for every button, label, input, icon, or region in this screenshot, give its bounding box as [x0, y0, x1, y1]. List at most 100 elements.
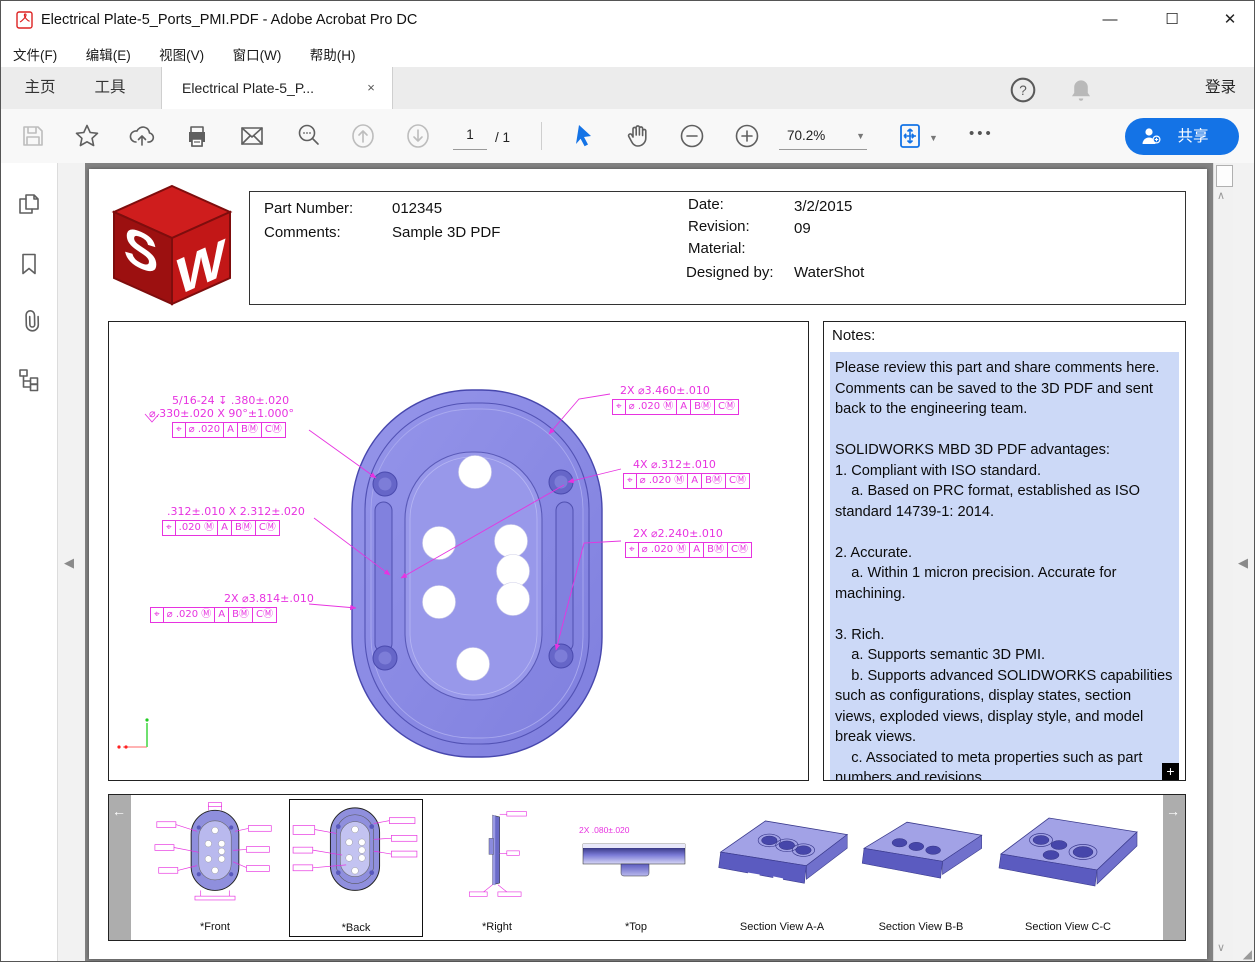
search-icon[interactable] — [295, 122, 323, 150]
vertical-scrollbar[interactable]: ∧ ∨ — [1213, 163, 1234, 962]
print-icon[interactable] — [183, 122, 211, 150]
pdf-page: S W Part Number: 012345 Comments: Sample… — [89, 169, 1207, 959]
view-thumb-right[interactable]: *Right — [439, 799, 555, 935]
scroll-left-icon[interactable]: ← — [112, 803, 126, 819]
menu-view[interactable]: 视图(V) — [147, 39, 216, 69]
fit-page-caret-icon[interactable]: ▼ — [929, 133, 938, 143]
view-thumb-section-cc[interactable]: Section View C-C — [993, 799, 1143, 935]
svg-text:?: ? — [1019, 83, 1027, 98]
menu-file[interactable]: 文件(F) — [1, 39, 69, 69]
bookmarks-icon[interactable] — [16, 251, 42, 277]
pmi-callout-slot: .312±.010 X 2.312±.020 ⌖.020 ⓂABⓂCⓂ — [162, 505, 305, 536]
view-carousel: ← → — [108, 794, 1186, 941]
view-thumb-section-aa[interactable]: Section View A-A — [709, 799, 855, 935]
menu-bar: 文件(F) 编辑(E) 视图(V) 窗口(W) 帮助(H) — [1, 39, 1254, 68]
resize-grip-icon[interactable]: ◢ — [1243, 947, 1252, 961]
person-add-icon — [1141, 127, 1161, 146]
email-icon[interactable] — [238, 122, 266, 150]
window-title: Electrical Plate-5_Ports_PMI.PDF - Adobe… — [41, 12, 417, 28]
section-cc-image — [993, 799, 1143, 911]
collapse-right-pane-icon[interactable]: ◀ — [1238, 555, 1248, 571]
revision-label: Revision: — [688, 218, 750, 235]
tab-document[interactable]: Electrical Plate-5_P... × — [161, 67, 393, 109]
title-block: Part Number: 012345 Comments: Sample 3D … — [249, 191, 1186, 305]
zoom-level-dropdown[interactable]: 70.2% ▼ — [779, 125, 867, 150]
menu-window[interactable]: 窗口(W) — [221, 39, 294, 69]
scrollbar-thumb[interactable] — [1216, 165, 1233, 187]
coordinate-triad — [117, 718, 148, 748]
maximize-button[interactable]: ☐ — [1158, 7, 1186, 33]
model-3d-view[interactable]: 5/16-24 ↧ .380±.020 ⌀.330±.020 X 90°±1.0… — [108, 321, 809, 781]
collapse-left-pane-icon[interactable]: ◀ — [64, 555, 74, 571]
view-thumb-label: *Back — [290, 922, 422, 934]
tab-home[interactable]: 主页 — [9, 67, 71, 109]
page-thumbnails-icon[interactable] — [16, 191, 42, 217]
model-tree-icon[interactable] — [16, 366, 42, 392]
carousel-right-rail: → — [1163, 795, 1185, 940]
back-view-image — [290, 800, 420, 914]
pdf-file-icon — [16, 11, 33, 29]
previous-page-icon[interactable] — [349, 122, 377, 150]
tab-close-icon[interactable]: × — [362, 79, 380, 97]
help-icon[interactable]: ? — [1010, 77, 1036, 103]
minimize-button[interactable]: — — [1096, 7, 1124, 33]
scroll-down-icon[interactable]: ∨ — [1217, 941, 1225, 954]
tab-document-label: Electrical Plate-5_P... — [182, 67, 314, 109]
fit-page-icon[interactable] — [896, 122, 924, 150]
view-thumb-label: Section View B-B — [851, 921, 991, 933]
save-icon[interactable] — [19, 122, 47, 150]
menu-help[interactable]: 帮助(H) — [298, 39, 368, 69]
revision-value: 09 — [794, 220, 811, 237]
notes-panel: Notes: Please review this part and share… — [823, 321, 1186, 781]
tab-tools[interactable]: 工具 — [79, 67, 141, 109]
toolbar-separator — [541, 122, 542, 150]
close-button[interactable]: ✕ — [1216, 7, 1244, 33]
date-value: 3/2/2015 — [794, 198, 852, 215]
menu-edit[interactable]: 编辑(E) — [74, 39, 143, 69]
view-thumb-top[interactable]: 2X .080±.020 *Top — [571, 799, 701, 935]
view-thumb-label: *Right — [439, 921, 555, 933]
view-thumb-front[interactable]: *Front — [153, 799, 277, 935]
designed-by-value: WaterShot — [794, 264, 864, 281]
scroll-right-icon[interactable]: → — [1166, 803, 1180, 819]
main-toolbar: 1 / 1 70.2% ▼ ▼ ••• — [1, 109, 1254, 164]
scroll-up-icon[interactable]: ∧ — [1217, 189, 1225, 202]
view-thumb-label: *Front — [153, 921, 277, 933]
star-icon[interactable] — [73, 122, 101, 150]
front-view-image — [153, 799, 277, 917]
cloud-upload-icon[interactable] — [128, 122, 156, 150]
solidworks-logo: S W — [107, 183, 237, 307]
view-thumb-label: *Top — [571, 921, 701, 933]
more-tools-icon[interactable]: ••• — [969, 125, 994, 142]
top-view-image — [571, 799, 701, 917]
notes-title: Notes: — [832, 327, 875, 344]
top-view-annotation: 2X .080±.020 — [579, 825, 630, 835]
comments-value: Sample 3D PDF — [392, 224, 500, 241]
sign-in-link[interactable]: 登录 — [1205, 67, 1236, 109]
view-thumb-section-bb[interactable]: Section View B-B — [851, 799, 991, 935]
date-label: Date: — [688, 196, 724, 213]
right-view-image — [439, 799, 555, 917]
right-pane-handle: ◀ ◢ — [1233, 163, 1255, 962]
share-button[interactable]: 共享 — [1125, 118, 1239, 155]
notes-expand-icon[interactable]: + — [1162, 763, 1179, 780]
zoom-in-icon[interactable] — [733, 122, 761, 150]
notes-text-area[interactable]: Please review this part and share commen… — [830, 352, 1179, 780]
acrobat-window: Electrical Plate-5_Ports_PMI.PDF - Adobe… — [0, 0, 1255, 962]
part-number-value: 012345 — [392, 200, 442, 217]
title-bar: Electrical Plate-5_Ports_PMI.PDF - Adobe… — [1, 1, 1254, 39]
view-thumb-label: Section View A-A — [709, 921, 855, 933]
attachments-paperclip-icon[interactable] — [16, 308, 42, 334]
view-thumb-label: Section View C-C — [993, 921, 1143, 933]
hand-tool-icon[interactable] — [624, 122, 652, 150]
comments-label: Comments: — [264, 224, 341, 241]
zoom-out-icon[interactable] — [678, 122, 706, 150]
carousel-left-rail: ← — [109, 795, 131, 940]
notifications-bell-icon[interactable] — [1068, 77, 1094, 103]
pmi-callout-3814: 2X ⌀3.814±.010 ⌖⌀ .020 ⓂABⓂCⓂ — [150, 592, 314, 623]
next-page-icon[interactable] — [404, 122, 432, 150]
page-number-input[interactable]: 1 — [453, 127, 487, 150]
select-tool-icon[interactable] — [569, 122, 597, 150]
view-thumb-back[interactable]: *Back — [289, 799, 423, 937]
zoom-caret-icon: ▼ — [856, 131, 865, 141]
